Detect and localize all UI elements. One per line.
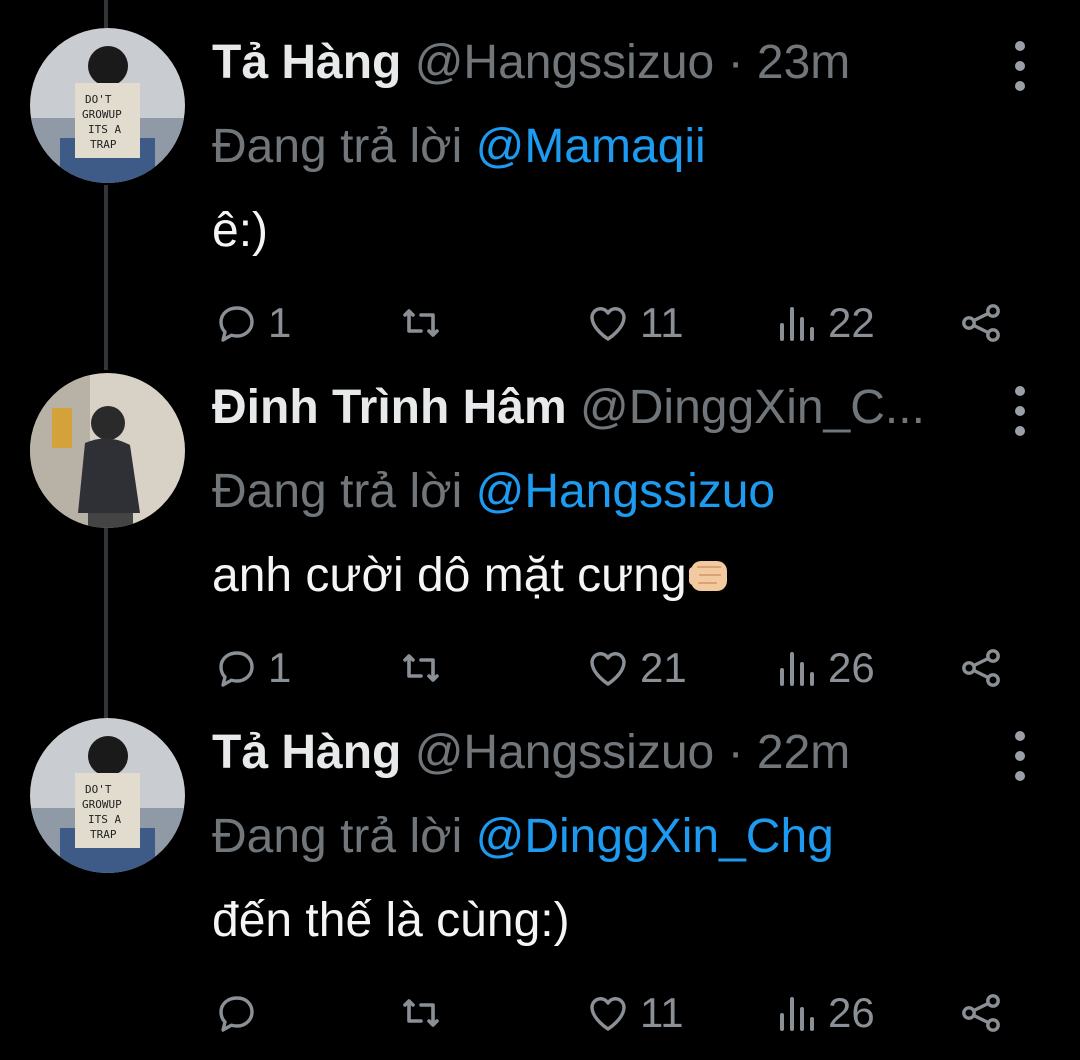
share-icon bbox=[962, 649, 1000, 687]
share-icon bbox=[962, 304, 1000, 342]
more-icon[interactable] bbox=[1008, 386, 1032, 436]
reply-count: 1 bbox=[268, 299, 292, 346]
retweet-button[interactable] bbox=[397, 293, 453, 353]
share-button[interactable] bbox=[957, 638, 1005, 698]
reply-context: Đang trả lời @Hangssizuo bbox=[212, 462, 775, 522]
avatar-image bbox=[30, 373, 185, 528]
tweet-header: Đinh Trình Hâm @DinggXin_C... bbox=[212, 378, 990, 438]
author-name[interactable]: Đinh Trình Hâm bbox=[212, 381, 567, 434]
svg-text:GROWUP: GROWUP bbox=[82, 798, 122, 811]
reply-prefix: Đang trả lời bbox=[212, 810, 463, 863]
views-button[interactable]: 26 bbox=[772, 638, 875, 698]
views-button[interactable]: 22 bbox=[772, 293, 875, 353]
avatar[interactable] bbox=[30, 373, 185, 528]
reply-button[interactable]: 1 bbox=[212, 638, 291, 698]
tweet[interactable]: DO'T GROWUP ITS A TRAP Tả Hàng @Hangssiz… bbox=[0, 715, 1080, 1060]
like-icon bbox=[590, 307, 626, 341]
reply-icon bbox=[219, 651, 254, 687]
thread-line-top bbox=[104, 0, 108, 28]
action-bar: 1 11 22 bbox=[212, 293, 1012, 353]
reply-context: Đang trả lời @DinggXin_Chg bbox=[212, 807, 834, 867]
tweet-header: Tả Hàng @Hangssizuo · 23m bbox=[212, 33, 990, 93]
svg-text:TRAP: TRAP bbox=[90, 138, 117, 151]
action-bar: 11 26 bbox=[212, 983, 1012, 1043]
like-count: 21 bbox=[640, 644, 687, 691]
reply-prefix: Đang trả lời bbox=[212, 465, 463, 518]
like-count: 11 bbox=[640, 989, 684, 1036]
views-button[interactable]: 26 bbox=[772, 983, 875, 1043]
reply-icon bbox=[219, 996, 254, 1032]
avatar[interactable]: DO'T GROWUP ITS A TRAP bbox=[30, 28, 185, 183]
avatar-image: DO'T GROWUP ITS A TRAP bbox=[30, 28, 185, 183]
tweet[interactable]: Đinh Trình Hâm @DinggXin_C... Đang trả l… bbox=[0, 370, 1080, 715]
avatar[interactable]: DO'T GROWUP ITS A TRAP bbox=[30, 718, 185, 873]
view-count: 22 bbox=[828, 299, 875, 346]
svg-text:ITS A: ITS A bbox=[88, 813, 121, 826]
separator: · bbox=[727, 36, 744, 89]
share-button[interactable] bbox=[957, 983, 1005, 1043]
reply-icon bbox=[219, 306, 254, 342]
author-handle[interactable]: @Hangssizuo bbox=[415, 726, 715, 779]
author-name[interactable]: Tả Hàng bbox=[212, 726, 401, 779]
like-icon bbox=[590, 652, 626, 686]
tweet-header: Tả Hàng @Hangssizuo · 22m bbox=[212, 723, 990, 783]
like-icon bbox=[590, 997, 626, 1031]
tweet-text: ê:) bbox=[212, 204, 269, 257]
author-name[interactable]: Tả Hàng bbox=[212, 36, 401, 89]
svg-text:DO'T: DO'T bbox=[85, 783, 112, 796]
more-icon[interactable] bbox=[1008, 41, 1032, 91]
views-icon bbox=[780, 307, 814, 341]
reply-count: 1 bbox=[268, 644, 292, 691]
tweet-text: đến thế là cùng:) bbox=[212, 894, 570, 947]
timestamp[interactable]: 22m bbox=[757, 726, 850, 779]
reply-prefix: Đang trả lời bbox=[212, 120, 463, 173]
svg-text:GROWUP: GROWUP bbox=[82, 108, 122, 121]
separator: · bbox=[727, 726, 744, 779]
more-icon[interactable] bbox=[1008, 731, 1032, 781]
author-handle[interactable]: @DinggXin_C... bbox=[580, 381, 925, 434]
like-button[interactable]: 21 bbox=[584, 638, 687, 698]
share-icon bbox=[962, 994, 1000, 1032]
retweet-button[interactable] bbox=[397, 638, 453, 698]
view-count: 26 bbox=[828, 989, 875, 1036]
svg-text:TRAP: TRAP bbox=[90, 828, 117, 841]
action-bar: 1 21 26 bbox=[212, 638, 1012, 698]
reply-mention[interactable]: @Hangssizuo bbox=[476, 465, 776, 518]
like-button[interactable]: 11 bbox=[584, 293, 684, 353]
retweet-icon bbox=[403, 654, 439, 682]
retweet-icon bbox=[403, 309, 439, 337]
like-button[interactable]: 11 bbox=[584, 983, 684, 1043]
tweet-text-content: anh cười dô mặt cưng bbox=[212, 549, 687, 602]
tweet[interactable]: DO'T GROWUP ITS A TRAP Tả Hàng @Hangssiz… bbox=[0, 25, 1080, 370]
views-icon bbox=[780, 997, 814, 1031]
reply-context: Đang trả lời @Mamaqii bbox=[212, 117, 706, 177]
retweet-button[interactable] bbox=[397, 983, 453, 1043]
timestamp[interactable]: 23m bbox=[757, 36, 850, 89]
reply-mention[interactable]: @Mamaqii bbox=[476, 120, 706, 173]
view-count: 26 bbox=[828, 644, 875, 691]
tweet-text: anh cười dô mặt cưng bbox=[212, 546, 733, 612]
svg-text:ITS A: ITS A bbox=[88, 123, 121, 136]
fist-emoji-icon bbox=[687, 552, 733, 612]
avatar-image: DO'T GROWUP ITS A TRAP bbox=[30, 718, 185, 873]
views-icon bbox=[780, 652, 814, 686]
reply-button[interactable] bbox=[212, 983, 268, 1043]
reply-mention[interactable]: @DinggXin_Chg bbox=[476, 810, 834, 863]
author-handle[interactable]: @Hangssizuo bbox=[415, 36, 715, 89]
share-button[interactable] bbox=[957, 293, 1005, 353]
retweet-icon bbox=[403, 999, 439, 1027]
reply-button[interactable]: 1 bbox=[212, 293, 291, 353]
svg-text:DO'T: DO'T bbox=[85, 93, 112, 106]
like-count: 11 bbox=[640, 299, 684, 346]
